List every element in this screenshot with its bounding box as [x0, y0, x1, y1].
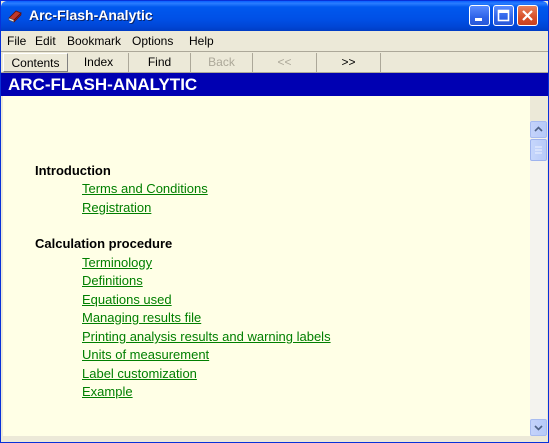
link-terminology[interactable]: Terminology — [82, 255, 152, 270]
window-title: Arc-Flash-Analytic — [29, 7, 153, 23]
chevron-down-icon — [534, 425, 543, 431]
link-registration[interactable]: Registration — [82, 200, 151, 215]
page-title: ARC-FLASH-ANALYTIC — [1, 73, 548, 96]
link-equations-used[interactable]: Equations used — [82, 292, 172, 307]
contents-button[interactable]: Contents — [3, 53, 68, 72]
link-terms-and-conditions[interactable]: Terms and Conditions — [82, 181, 208, 196]
scroll-down-button[interactable] — [530, 419, 547, 436]
link-example[interactable]: Example — [82, 384, 133, 399]
menu-bookmark[interactable]: Bookmark — [67, 34, 121, 48]
link-units-of-measurement[interactable]: Units of measurement — [82, 347, 209, 362]
menu-help[interactable]: Help — [189, 34, 214, 48]
next-topic-button[interactable]: >> — [317, 53, 381, 72]
scroll-up-button[interactable] — [530, 121, 547, 138]
menu-file[interactable]: File — [7, 34, 26, 48]
index-button[interactable]: Index — [69, 53, 129, 72]
back-button[interactable]: Back — [191, 53, 253, 72]
find-button[interactable]: Find — [129, 53, 191, 72]
close-button[interactable] — [517, 5, 538, 26]
vertical-scrollbar[interactable] — [530, 121, 547, 436]
topic-content: Introduction Terms and Conditions Regist… — [3, 96, 530, 436]
section-heading: Calculation procedure — [35, 236, 173, 251]
menu-options[interactable]: Options — [132, 34, 173, 48]
previous-topic-button[interactable]: << — [253, 53, 317, 72]
minimize-button[interactable] — [469, 5, 490, 26]
maximize-button[interactable] — [493, 5, 514, 26]
menu-edit[interactable]: Edit — [35, 34, 56, 48]
window-bottom-edge — [1, 436, 548, 442]
scroll-thumb[interactable] — [530, 139, 547, 161]
app-book-icon — [7, 8, 23, 24]
menu-bar: File Edit Bookmark Options Help — [1, 31, 548, 51]
section-heading: Introduction — [35, 163, 111, 178]
link-managing-results-file[interactable]: Managing results file — [82, 310, 201, 325]
link-definitions[interactable]: Definitions — [82, 273, 143, 288]
link-label-customization[interactable]: Label customization — [82, 366, 197, 381]
help-window: Arc-Flash-Analytic File Edit Bookmark Op… — [0, 0, 549, 443]
title-bar[interactable]: Arc-Flash-Analytic — [1, 1, 548, 31]
chevron-up-icon — [534, 126, 543, 132]
toolbar: Contents Index Find Back << >> — [1, 51, 548, 73]
link-printing-analysis-results[interactable]: Printing analysis results and warning la… — [82, 329, 331, 344]
